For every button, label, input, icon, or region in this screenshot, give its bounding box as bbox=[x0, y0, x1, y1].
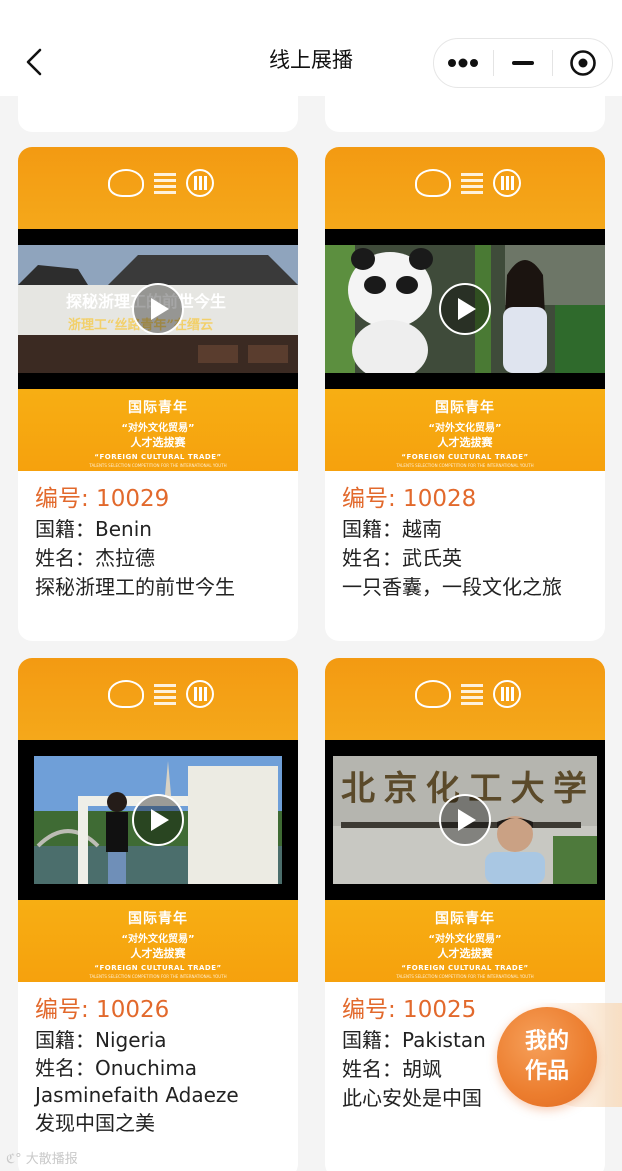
video-title: 一只香囊，一段文化之旅 bbox=[342, 575, 562, 599]
video-frame bbox=[325, 229, 605, 389]
video-title: 探秘浙理工的前世今生 bbox=[35, 575, 235, 599]
banner-title: 国际青年 bbox=[435, 911, 495, 927]
video-thumbnail: 北京化工大学 国际青年 “对外文化贸易” 人才选拔赛 “FOREIGN CULT… bbox=[325, 658, 605, 982]
university-logo-icon bbox=[186, 169, 214, 197]
banner-english-subtitle: TALENTS SELECTION COMPETITION FOR THE IN… bbox=[396, 463, 534, 468]
watermark-text: 大散播报 bbox=[25, 1152, 78, 1167]
video-thumbnail: 国际青年 “对外文化贸易” 人才选拔赛 “FOREIGN CULTURAL TR… bbox=[325, 147, 605, 471]
watermark: ℭ° 大散播报 bbox=[6, 1148, 78, 1167]
competition-banner: 国际青年 “对外文化贸易” 人才选拔赛 “FOREIGN CULTURAL TR… bbox=[325, 900, 605, 982]
university-logo-icon bbox=[493, 169, 521, 197]
previous-card-bottom[interactable] bbox=[18, 96, 298, 132]
card-info: 编号: 10029 国籍：Benin 姓名：杰拉德 探秘浙理工的前世今生 bbox=[18, 471, 298, 602]
banner-english-title: “FOREIGN CULTURAL TRADE” bbox=[401, 453, 529, 461]
video-frame bbox=[18, 740, 298, 900]
sponsor-logos bbox=[108, 169, 214, 197]
banner-subtitle: “对外文化贸易” bbox=[428, 423, 502, 434]
banner-subtitle: 人才选拔赛 bbox=[437, 947, 493, 960]
play-button[interactable] bbox=[439, 283, 491, 335]
nationality: 国籍：Benin bbox=[35, 517, 152, 541]
contestant-name: 姓名：武氏英 bbox=[342, 546, 462, 570]
play-icon bbox=[151, 809, 169, 831]
previous-card-bottom[interactable] bbox=[325, 96, 605, 132]
card-info: 编号: 10028 国籍：越南 姓名：武氏英 一只香囊，一段文化之旅 bbox=[325, 471, 605, 602]
entry-number: 编号: 10026 bbox=[35, 997, 170, 1023]
sponsor-logos bbox=[415, 680, 521, 708]
competition-logo-icon bbox=[415, 680, 451, 708]
competition-logo-icon bbox=[108, 169, 144, 197]
video-frame: 北京化工大学 bbox=[325, 740, 605, 900]
play-icon bbox=[458, 298, 476, 320]
contestant-name: 姓名：Onuchima Jasminefaith Adaeze bbox=[35, 1056, 239, 1107]
university-logo-icon bbox=[493, 680, 521, 708]
banner-english-subtitle: TALENTS SELECTION COMPETITION FOR THE IN… bbox=[89, 974, 227, 979]
banner-english-title: “FOREIGN CULTURAL TRADE” bbox=[94, 964, 222, 972]
banner-english-title: “FOREIGN CULTURAL TRADE” bbox=[401, 964, 529, 972]
minimize-button[interactable] bbox=[494, 39, 553, 87]
banner-subtitle: “对外文化贸易” bbox=[121, 934, 195, 945]
banner-english-title: “FOREIGN CULTURAL TRADE” bbox=[94, 453, 222, 461]
play-icon bbox=[458, 809, 476, 831]
video-card[interactable]: 国际青年 “对外文化贸易” 人才选拔赛 “FOREIGN CULTURAL TR… bbox=[325, 147, 605, 641]
video-title: 发现中国之美 bbox=[35, 1111, 155, 1135]
watermark-icon: ℭ° bbox=[6, 1152, 26, 1167]
nav-bar: 线上展播 bbox=[0, 0, 622, 96]
sponsor-logos bbox=[108, 680, 214, 708]
minus-icon bbox=[512, 61, 534, 65]
nationality: 国籍：Nigeria bbox=[35, 1028, 167, 1052]
play-icon bbox=[151, 298, 169, 320]
my-works-label-line2: 作品 bbox=[524, 1059, 569, 1084]
video-thumbnail: 国际青年 “对外文化贸易” 人才选拔赛 “FOREIGN CULTURAL TR… bbox=[18, 658, 298, 982]
sponsor-logos bbox=[415, 169, 521, 197]
competition-logo-icon bbox=[415, 169, 451, 197]
banner-english-subtitle: TALENTS SELECTION COMPETITION FOR THE IN… bbox=[89, 463, 227, 468]
close-miniprogram-button[interactable] bbox=[553, 39, 612, 87]
contestant-name: 姓名：杰拉德 bbox=[35, 546, 155, 570]
entry-number: 编号: 10028 bbox=[342, 486, 477, 512]
play-button[interactable] bbox=[132, 794, 184, 846]
university-logo-icon bbox=[186, 680, 214, 708]
entry-number: 编号: 10029 bbox=[35, 486, 170, 512]
more-dots-icon bbox=[448, 58, 479, 68]
competition-banner: 国际青年 “对外文化贸易” 人才选拔赛 “FOREIGN CULTURAL TR… bbox=[18, 389, 298, 471]
target-close-icon bbox=[569, 50, 596, 76]
banner-subtitle: 人才选拔赛 bbox=[437, 436, 493, 449]
my-works-label-line1: 我的 bbox=[524, 1029, 569, 1054]
competition-banner: 国际青年 “对外文化贸易” 人才选拔赛 “FOREIGN CULTURAL TR… bbox=[18, 900, 298, 982]
banner-title: 国际青年 bbox=[128, 400, 188, 416]
nationality: 国籍：越南 bbox=[342, 517, 442, 541]
more-button[interactable] bbox=[434, 39, 493, 87]
banner-english-subtitle: TALENTS SELECTION COMPETITION FOR THE IN… bbox=[396, 974, 534, 979]
competition-logo-icon bbox=[108, 680, 144, 708]
video-thumbnail: 探秘浙理工的前世今生 浙理工“丝路青年”在缙云 国际青年 “对外文化贸易” 人才… bbox=[18, 147, 298, 471]
banner-subtitle: 人才选拔赛 bbox=[130, 436, 186, 449]
play-button[interactable] bbox=[439, 794, 491, 846]
mini-program-capsule bbox=[433, 38, 613, 88]
banner-subtitle: 人才选拔赛 bbox=[130, 947, 186, 960]
my-works-button[interactable]: 我的 作品 bbox=[497, 1007, 597, 1107]
video-frame: 探秘浙理工的前世今生 浙理工“丝路青年”在缙云 bbox=[18, 229, 298, 389]
card-info: 编号: 10026 国籍：Nigeria 姓名：Onuchima Jasmine… bbox=[18, 982, 298, 1138]
video-card[interactable]: 探秘浙理工的前世今生 浙理工“丝路青年”在缙云 国际青年 “对外文化贸易” 人才… bbox=[18, 147, 298, 641]
competition-banner: 国际青年 “对外文化贸易” 人才选拔赛 “FOREIGN CULTURAL TR… bbox=[325, 389, 605, 471]
banner-subtitle: “对外文化贸易” bbox=[428, 934, 502, 945]
play-button[interactable] bbox=[132, 283, 184, 335]
banner-title: 国际青年 bbox=[435, 400, 495, 416]
banner-subtitle: “对外文化贸易” bbox=[121, 423, 195, 434]
video-card[interactable]: 国际青年 “对外文化贸易” 人才选拔赛 “FOREIGN CULTURAL TR… bbox=[18, 658, 298, 1171]
banner-title: 国际青年 bbox=[128, 911, 188, 927]
